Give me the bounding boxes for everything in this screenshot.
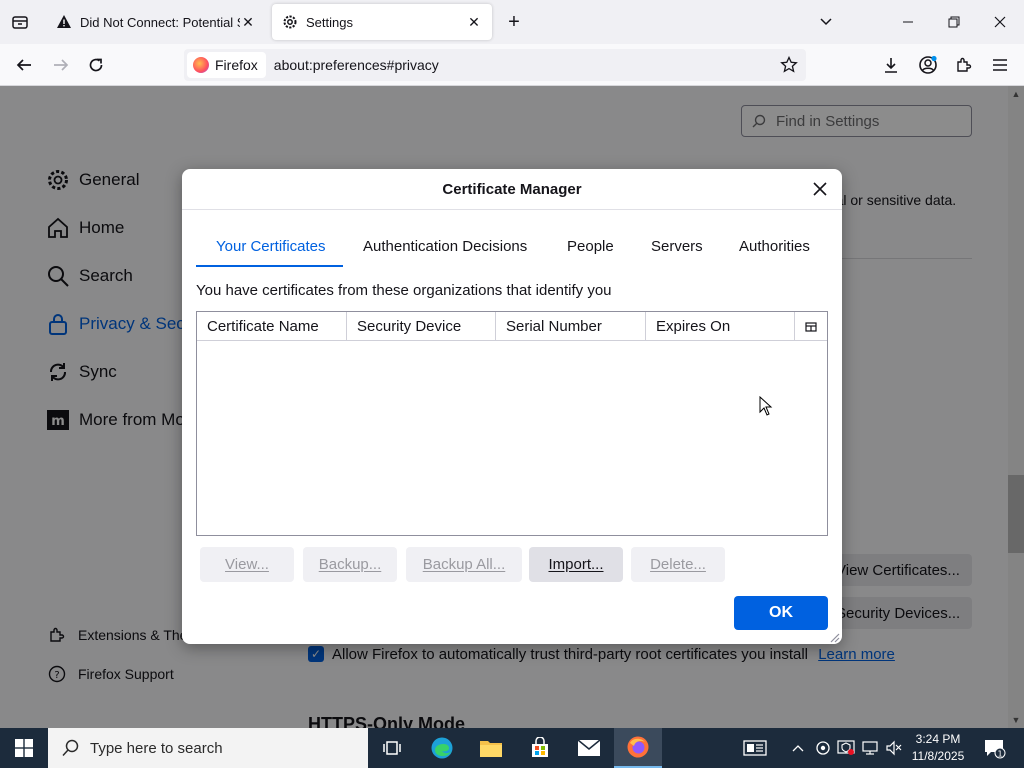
url-bar[interactable]: Firefox about:preferences#privacy xyxy=(184,49,806,81)
notification-count: 1 xyxy=(997,750,1002,759)
clock-date: 11/8/2025 xyxy=(911,749,965,763)
extensions-icon[interactable] xyxy=(953,54,975,76)
notification-center-icon[interactable]: 1 xyxy=(982,736,1006,760)
identity-label: Firefox xyxy=(215,57,258,73)
minimize-icon[interactable] xyxy=(898,12,918,32)
taskbar-search-box[interactable]: Type here to search xyxy=(48,728,368,768)
navigation-toolbar: Firefox about:preferences#privacy xyxy=(0,44,1024,86)
account-icon[interactable] xyxy=(917,54,939,76)
file-explorer-icon[interactable] xyxy=(467,728,515,768)
tab-people[interactable]: People xyxy=(567,227,614,267)
tab-did-not-connect[interactable]: Did Not Connect: Potential Secu ✕ xyxy=(46,4,266,40)
network-icon[interactable] xyxy=(860,738,880,758)
tab-strip: Did Not Connect: Potential Secu ✕ Settin… xyxy=(0,0,1024,44)
resize-grip-icon[interactable] xyxy=(828,630,840,643)
warning-icon xyxy=(56,14,72,30)
ok-button[interactable]: OK xyxy=(734,596,828,630)
url-text[interactable]: about:preferences#privacy xyxy=(274,57,439,73)
gear-icon xyxy=(282,14,298,30)
tab-title: Settings xyxy=(306,14,353,30)
microsoft-store-icon[interactable] xyxy=(516,728,564,768)
mouse-pointer-icon xyxy=(759,395,773,416)
tab-title: Did Not Connect: Potential Secu xyxy=(80,14,240,30)
taskbar-clock[interactable]: 3:24 PM 11/8/2025 xyxy=(900,731,976,765)
column-serial-number[interactable]: Serial Number xyxy=(496,312,646,341)
windows-start-icon[interactable] xyxy=(0,728,48,768)
clock-time: 3:24 PM xyxy=(915,732,961,746)
column-security-device[interactable]: Security Device xyxy=(347,312,496,341)
downloads-icon[interactable] xyxy=(880,54,902,76)
menu-icon[interactable] xyxy=(989,54,1011,76)
backup-all-button[interactable]: Backup All... xyxy=(406,547,522,582)
column-picker-icon[interactable] xyxy=(795,312,827,341)
bookmark-star-icon[interactable] xyxy=(780,55,798,74)
table-header: Certificate Name Security Device Serial … xyxy=(197,312,827,341)
tab-authorities[interactable]: Authorities xyxy=(739,227,810,267)
tab-your-certificates[interactable]: Your Certificates xyxy=(196,227,343,267)
back-icon[interactable] xyxy=(13,54,35,76)
taskbar-search-placeholder: Type here to search xyxy=(90,739,223,757)
close-icon[interactable] xyxy=(810,179,830,199)
camera-tray-icon[interactable] xyxy=(813,738,833,758)
security-tray-icon[interactable] xyxy=(836,738,856,758)
dialog-title: Certificate Manager xyxy=(182,169,842,210)
certificate-tabs: Your Certificates Authentication Decisio… xyxy=(196,227,828,269)
certificate-manager-dialog: Certificate Manager Your Certificates Au… xyxy=(182,169,842,644)
tab-settings[interactable]: Settings ✕ xyxy=(272,4,492,40)
news-widget-icon[interactable] xyxy=(742,738,768,758)
tab-authentication-decisions[interactable]: Authentication Decisions xyxy=(363,227,527,267)
delete-button[interactable]: Delete... xyxy=(631,547,725,582)
mail-icon[interactable] xyxy=(565,728,613,768)
certificates-table[interactable]: Certificate Name Security Device Serial … xyxy=(196,311,828,536)
new-tab-icon[interactable]: + xyxy=(504,12,524,32)
certificates-description: You have certificates from these organiz… xyxy=(196,282,612,299)
search-icon xyxy=(62,739,79,757)
list-all-tabs-icon[interactable] xyxy=(816,12,836,32)
import-button[interactable]: Import... xyxy=(529,547,623,582)
tab-servers[interactable]: Servers xyxy=(651,227,703,267)
firefox-logo-icon xyxy=(193,57,209,73)
reload-icon[interactable] xyxy=(85,54,107,76)
tab-list-icon[interactable] xyxy=(10,12,30,32)
firefox-taskbar-icon[interactable] xyxy=(614,728,662,768)
forward-icon[interactable] xyxy=(50,54,72,76)
backup-button[interactable]: Backup... xyxy=(303,547,397,582)
restore-icon[interactable] xyxy=(944,12,964,32)
column-expires-on[interactable]: Expires On xyxy=(646,312,795,341)
view-button[interactable]: View... xyxy=(200,547,294,582)
window-close-icon[interactable] xyxy=(990,12,1010,32)
identity-box[interactable]: Firefox xyxy=(187,52,266,78)
show-hidden-icons-icon[interactable] xyxy=(788,738,808,758)
close-tab-icon[interactable]: ✕ xyxy=(466,14,482,30)
windows-taskbar: Type here to search 3:24 PM 11/8/2025 1 xyxy=(0,728,1024,768)
edge-browser-icon[interactable] xyxy=(418,728,466,768)
task-view-icon[interactable] xyxy=(368,728,416,768)
column-certificate-name[interactable]: Certificate Name xyxy=(197,312,347,341)
close-tab-icon[interactable]: ✕ xyxy=(240,14,256,30)
